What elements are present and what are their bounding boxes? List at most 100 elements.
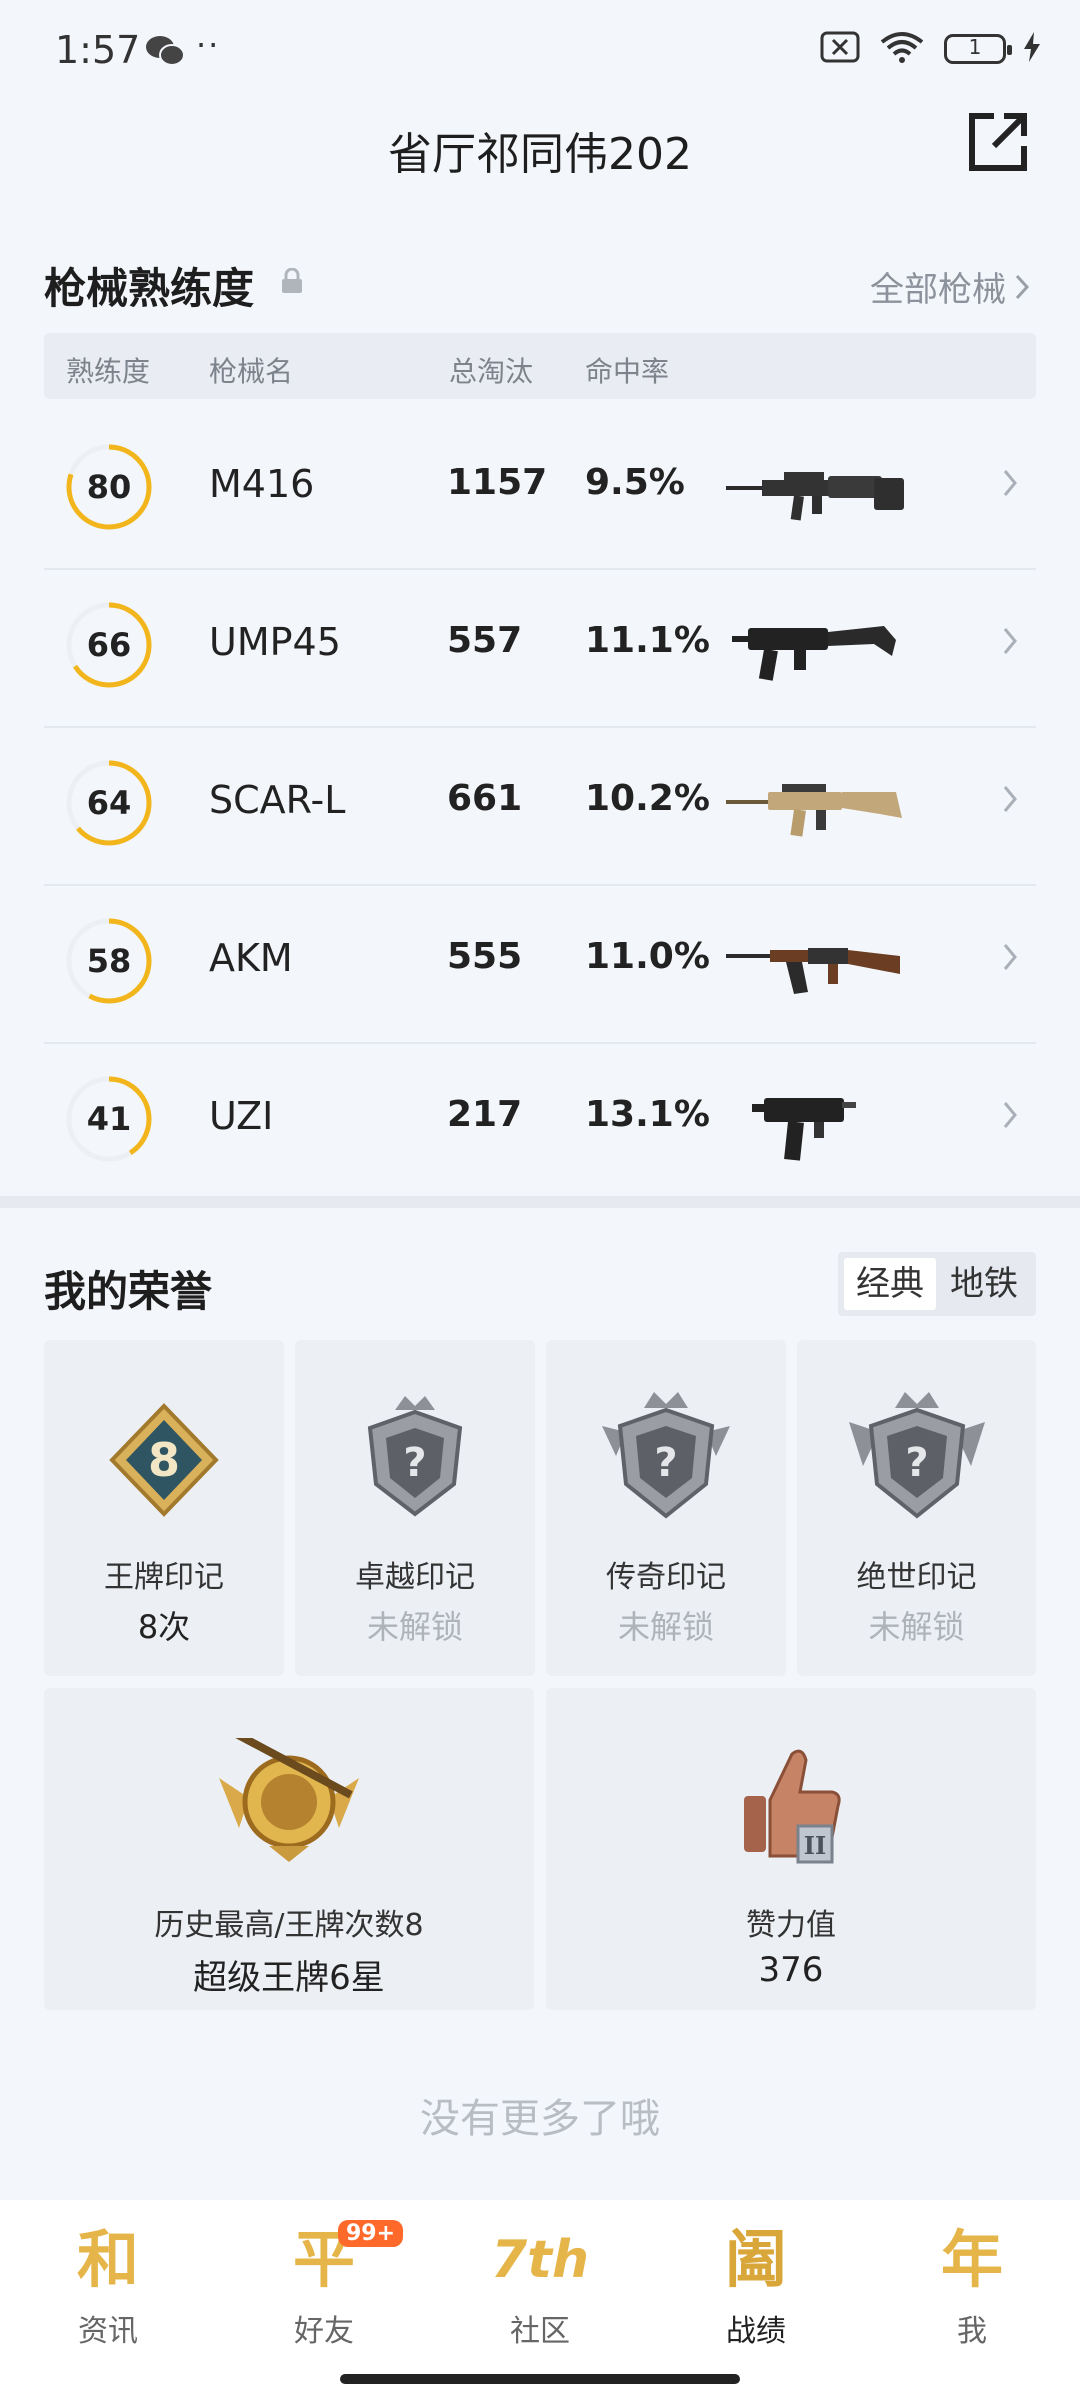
chevron-right-icon [1003, 786, 1017, 812]
share-icon [969, 113, 1027, 171]
locked-badge-number: ? [905, 1440, 928, 1486]
news-icon: 和 [76, 2223, 139, 2296]
tab-metro[interactable]: 地铁 [938, 1258, 1030, 1310]
uzi-smg-icon [752, 1098, 856, 1161]
notification-badge: 99+ [338, 2220, 404, 2247]
all-weapons-label: 全部枪械 [870, 270, 1006, 310]
locked-badge-number: ? [654, 1440, 677, 1486]
end-of-list-text: 没有更多了哦 [420, 2096, 660, 2142]
mastery-value: 64 [86, 784, 132, 822]
akm-rifle-icon [726, 948, 900, 994]
honor-mode-toggle: 经典 地铁 [838, 1252, 1036, 1316]
badge-card-peerless[interactable]: ? 绝世印记 未解锁 [797, 1340, 1036, 1676]
col-accuracy: 命中率 [585, 355, 670, 388]
weapon-kills: 661 [447, 778, 523, 819]
chevron-right-icon [1015, 274, 1030, 299]
weapon-name: M416 [209, 462, 315, 506]
weapon-name: SCAR-L [209, 778, 346, 822]
home-indicator[interactable] [340, 2374, 740, 2384]
nav-news[interactable]: 和 资讯 [38, 2220, 178, 2370]
nav-label: 战绩 [726, 2314, 786, 2349]
weapon-name: AKM [209, 936, 293, 980]
badge-value: 8次 [137, 1608, 191, 1646]
weapon-kills: 557 [447, 620, 523, 661]
weapon-kills: 1157 [447, 462, 548, 503]
weapon-name: UZI [209, 1094, 274, 1138]
mastery-value: 66 [86, 626, 132, 664]
wifi-icon [878, 30, 926, 68]
mastery-value: 80 [86, 468, 132, 506]
tab-classic[interactable]: 经典 [844, 1258, 936, 1310]
badge-value: 未解锁 [366, 1608, 463, 1646]
weapon-accuracy: 11.1% [585, 620, 710, 661]
weapon-row[interactable]: 41 UZI 217 13.1% [44, 1044, 1036, 1200]
section-divider [0, 1196, 1080, 1208]
chevron-right-icon [1003, 944, 1017, 970]
col-kills: 总淘汰 [449, 355, 534, 388]
likes-card[interactable]: II 赞力值 376 [546, 1688, 1036, 2010]
sim-off-icon [820, 31, 860, 67]
status-time: 1:57 [55, 28, 141, 72]
weapon-row[interactable]: 64 SCAR-L 661 10.2% [44, 728, 1036, 886]
weapon-kills: 217 [447, 1094, 523, 1135]
ump45-smg-icon [732, 626, 896, 681]
locked-badge-icon: ? [849, 1392, 985, 1519]
mastery-value: 58 [86, 942, 132, 980]
honor-section-title: 我的荣誉 [44, 1267, 213, 1316]
chevron-right-icon [1003, 470, 1017, 496]
likes-value: 376 [758, 1950, 824, 1990]
bottom-navigation: 和 资讯 平 99+ 好友 7th 社区 阖 战绩 年 我 [0, 2200, 1080, 2400]
weapon-accuracy: 10.2% [585, 778, 710, 819]
battery-icon: 1 [944, 34, 1012, 64]
m416-rifle-icon [726, 472, 904, 521]
ace-badge-number: 8 [148, 1433, 180, 1487]
col-name: 枪械名 [209, 355, 294, 388]
badge-card-excellence[interactable]: ? 卓越印记 未解锁 [295, 1340, 535, 1676]
share-button[interactable] [966, 110, 1030, 174]
col-mastery: 熟练度 [66, 355, 151, 388]
weapons-table-header: 熟练度 枪械名 总淘汰 命中率 [44, 333, 1036, 399]
nav-community[interactable]: 7th 社区 [470, 2220, 610, 2370]
svg-text:II: II [804, 1831, 826, 1860]
page-title: 省厅祁同伟202 [388, 129, 692, 180]
nav-friends[interactable]: 平 99+ 好友 [254, 2220, 404, 2370]
nav-label: 资讯 [78, 2314, 138, 2349]
battery-level: 1 [968, 35, 982, 59]
badge-value: 未解锁 [868, 1608, 965, 1646]
status-dots: ·· [196, 26, 221, 64]
badge-label: 传奇印记 [606, 1560, 726, 1595]
mastery-value: 41 [86, 1100, 132, 1138]
ace-badge-icon: 8 [109, 1403, 219, 1517]
badge-label: 卓越印记 [355, 1560, 475, 1595]
weapon-kills: 555 [447, 936, 523, 977]
nav-records[interactable]: 阖 战绩 [686, 2220, 826, 2370]
badge-label: 绝世印记 [856, 1560, 977, 1595]
chevron-right-icon [1003, 1102, 1017, 1128]
weapon-accuracy: 9.5% [585, 462, 685, 503]
weapon-accuracy: 13.1% [585, 1094, 710, 1135]
badge-card-ace[interactable]: 8 王牌印记 8次 [44, 1340, 284, 1676]
locked-badge-number: ? [403, 1440, 426, 1486]
charging-icon [1024, 32, 1040, 66]
me-icon: 年 [940, 2223, 1003, 2296]
weapons-section-title: 枪械熟练度 [44, 264, 255, 313]
nav-label: 我 [957, 2314, 987, 2349]
status-bar: 1:57 ·· 1 [0, 0, 1080, 100]
weapon-name: UMP45 [209, 620, 341, 664]
community-icon: 7th [490, 2230, 590, 2290]
badge-label: 王牌印记 [104, 1560, 224, 1595]
super-ace-rank-icon [219, 1738, 359, 1862]
wechat-icon [145, 34, 185, 72]
all-weapons-link[interactable]: 全部枪械 [870, 262, 1030, 311]
likes-label: 赞力值 [746, 1908, 836, 1943]
page-header: 省厅祁同伟202 [0, 110, 1080, 210]
highest-rank-label: 历史最高/王牌次数8 [154, 1908, 424, 1943]
badge-card-legend[interactable]: ? 传奇印记 未解锁 [546, 1340, 786, 1676]
nav-me[interactable]: 年 我 [902, 2220, 1042, 2370]
lock-icon [280, 267, 304, 298]
weapon-row[interactable]: 66 UMP45 557 11.1% [44, 570, 1036, 728]
weapon-row[interactable]: 58 AKM 555 11.0% [44, 886, 1036, 1044]
weapon-row[interactable]: 80 M416 1157 9.5% [44, 412, 1036, 570]
weapon-accuracy: 11.0% [585, 936, 710, 977]
highest-rank-card[interactable]: 历史最高/王牌次数8 超级王牌6星 [44, 1688, 534, 2010]
